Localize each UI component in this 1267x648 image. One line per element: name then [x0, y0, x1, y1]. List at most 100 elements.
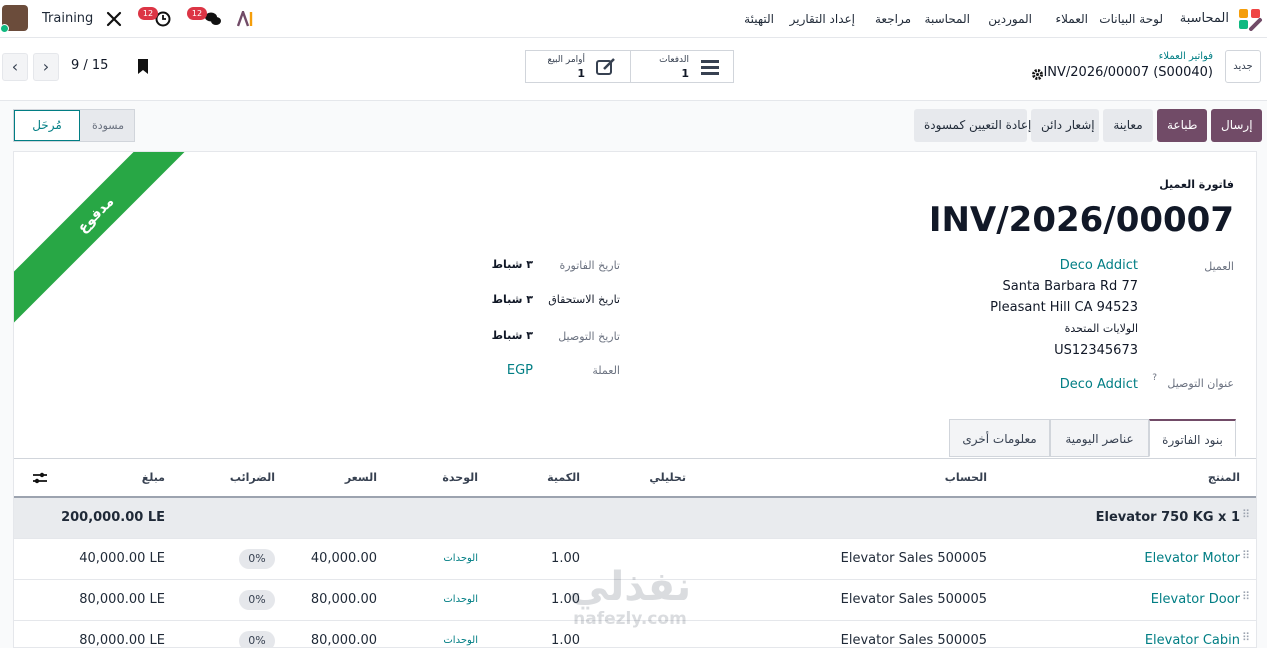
- preview-button[interactable]: معاينة: [1103, 109, 1153, 142]
- menu-reporting[interactable]: إعداد التقارير: [790, 0, 855, 38]
- due-date-value[interactable]: ٣ شباط: [492, 293, 533, 306]
- sales-orders-smart-button[interactable]: أوامر البيع 1: [526, 51, 629, 82]
- invoice-form-sheet: مدفوع فاتورة العميل INV/2026/00007 العمي…: [13, 151, 1257, 648]
- status-draft[interactable]: مسودة: [92, 110, 124, 141]
- line-quantity[interactable]: 1.00: [551, 580, 580, 620]
- column-taxes[interactable]: الضرائب: [230, 459, 275, 497]
- line-uom[interactable]: الوحدات: [443, 621, 478, 647]
- table-row[interactable]: ⠿ Elevator Door Elevator Sales 500005 1.…: [14, 580, 1256, 621]
- line-tax-badge[interactable]: 0%: [239, 631, 275, 647]
- delivery-address-link[interactable]: Deco Addict: [1060, 377, 1138, 392]
- column-price[interactable]: السعر: [345, 459, 377, 497]
- address-line-4: US12345673: [1054, 343, 1138, 358]
- smart-buttons: الدفعات 1 أوامر البيع 1: [525, 50, 734, 83]
- main-navbar: المحاسبة لوحة البيانات العملاء الموردين …: [0, 0, 1267, 38]
- status-bar: مُرحَل مسودة: [13, 109, 135, 142]
- line-amount: 80,000.00 LE: [79, 633, 165, 648]
- control-panel: جديد فواتير العملاء INV/2026/00007 (S000…: [0, 38, 1267, 101]
- section-name[interactable]: Elevator 750 KG x 1: [1096, 498, 1240, 538]
- column-analytic[interactable]: تحليلي: [649, 459, 686, 497]
- apps-menu-icon[interactable]: [1237, 7, 1263, 31]
- company-switcher[interactable]: Training: [42, 0, 93, 38]
- line-price[interactable]: 40,000.00: [311, 539, 377, 579]
- payments-smart-button[interactable]: الدفعات 1: [630, 51, 733, 82]
- menu-dashboard[interactable]: لوحة البيانات: [1099, 0, 1163, 38]
- invoice-number: INV/2026/00007: [928, 200, 1234, 240]
- action-bar: إرسال طباعة معاينة إشعار دائن إعادة التع…: [0, 101, 1267, 151]
- line-account[interactable]: Elevator Sales 500005: [841, 539, 987, 579]
- print-button[interactable]: طباعة: [1157, 109, 1207, 142]
- status-posted[interactable]: مُرحَل: [14, 110, 80, 141]
- line-tax-badge[interactable]: 0%: [239, 590, 275, 610]
- edit-icon: [596, 58, 615, 75]
- drag-handle-icon[interactable]: ⠿: [1242, 509, 1252, 525]
- record-title: INV/2026/00007 (S00040): [1043, 65, 1213, 80]
- customer-link[interactable]: Deco Addict: [1060, 258, 1138, 273]
- invoice-date-value[interactable]: ٣ شباط: [492, 258, 533, 271]
- line-amount: 40,000.00 LE: [79, 551, 165, 566]
- drag-handle-icon[interactable]: ⠿: [1242, 632, 1252, 647]
- line-product[interactable]: Elevator Motor: [1144, 539, 1240, 579]
- address-line-1: Santa Barbara Rd 77: [1002, 279, 1138, 294]
- menu-customers[interactable]: العملاء: [1055, 0, 1088, 38]
- line-product[interactable]: Elevator Door: [1151, 580, 1240, 620]
- line-account[interactable]: Elevator Sales 500005: [841, 580, 987, 620]
- line-uom[interactable]: الوحدات: [443, 580, 478, 620]
- line-amount: 80,000.00 LE: [79, 592, 165, 607]
- menu-vendors[interactable]: الموردين: [988, 0, 1032, 38]
- table-row[interactable]: ⠿ Elevator Motor Elevator Sales 500005 1…: [14, 539, 1256, 580]
- column-uom[interactable]: الوحدة: [442, 459, 478, 497]
- line-account[interactable]: Elevator Sales 500005: [841, 621, 987, 647]
- column-quantity[interactable]: الكمية: [547, 459, 580, 497]
- column-settings-icon[interactable]: [32, 471, 48, 485]
- line-tax-badge[interactable]: 0%: [239, 549, 275, 569]
- due-date-label: تاريخ الاستحقاق: [548, 293, 620, 306]
- drag-handle-icon[interactable]: ⠿: [1242, 550, 1252, 566]
- breadcrumb-parent[interactable]: فواتير العملاء: [1159, 51, 1213, 62]
- currency-value[interactable]: EGP: [507, 363, 533, 378]
- line-quantity[interactable]: 1.00: [551, 621, 580, 647]
- delivery-date-value[interactable]: ٣ شباط: [492, 329, 533, 342]
- gear-icon[interactable]: [1031, 68, 1044, 81]
- user-avatar[interactable]: [0, 5, 28, 33]
- pager-previous-button[interactable]: ‹: [2, 53, 28, 81]
- address-line-3: الولايات المتحدة: [1064, 322, 1138, 335]
- customer-label: العميل: [1204, 260, 1234, 273]
- app-name[interactable]: المحاسبة: [1180, 0, 1229, 38]
- menu-accounting[interactable]: المحاسبة: [925, 0, 970, 38]
- bookmark-icon[interactable]: [136, 58, 150, 75]
- send-button[interactable]: إرسال: [1211, 109, 1262, 142]
- new-button[interactable]: جديد: [1225, 50, 1261, 83]
- pager-next-button[interactable]: ›: [33, 53, 59, 81]
- section-row[interactable]: ⠿ Elevator 750 KG x 1 200,000.00 LE: [14, 498, 1256, 539]
- column-amount[interactable]: مبلغ: [142, 459, 165, 497]
- online-status-icon: [0, 24, 9, 33]
- tab-other-info[interactable]: معلومات أخرى: [949, 419, 1050, 457]
- table-row[interactable]: ⠿ Elevator Cabin Elevator Sales 500005 1…: [14, 621, 1256, 648]
- menu-configuration[interactable]: التهيئة: [744, 0, 774, 38]
- document-type: فاتورة العميل: [1159, 178, 1234, 191]
- tab-journal-items[interactable]: عناصر اليومية: [1050, 419, 1149, 457]
- activity-badge: 12: [138, 7, 158, 20]
- ai-icon[interactable]: [237, 11, 255, 27]
- column-account[interactable]: الحساب: [945, 459, 987, 497]
- line-uom[interactable]: الوحدات: [443, 539, 478, 579]
- sales-orders-count: 1: [577, 67, 585, 80]
- sales-orders-label: أوامر البيع: [547, 55, 585, 65]
- line-price[interactable]: 80,000.00: [311, 580, 377, 620]
- line-quantity[interactable]: 1.00: [551, 539, 580, 579]
- credit-note-button[interactable]: إشعار دائن: [1031, 109, 1099, 142]
- line-price[interactable]: 80,000.00: [311, 621, 377, 647]
- drag-handle-icon[interactable]: ⠿: [1242, 591, 1252, 607]
- reset-to-draft-button[interactable]: إعادة التعيين كمسودة: [914, 109, 1031, 142]
- menu-review[interactable]: مراجعة: [875, 0, 911, 38]
- help-tooltip-icon[interactable]: ?: [1152, 373, 1157, 383]
- debug-tools-icon[interactable]: [106, 11, 122, 27]
- delivery-date-label: تاريخ التوصيل: [558, 330, 620, 343]
- paid-ribbon-container: مدفوع: [14, 152, 214, 352]
- currency-label: العملة: [592, 364, 620, 377]
- tab-invoice-lines[interactable]: بنود الفاتورة: [1149, 419, 1236, 457]
- pager-value[interactable]: 9 / 15: [71, 58, 108, 73]
- line-product[interactable]: Elevator Cabin: [1145, 621, 1240, 647]
- column-product[interactable]: المنتج: [1208, 459, 1240, 497]
